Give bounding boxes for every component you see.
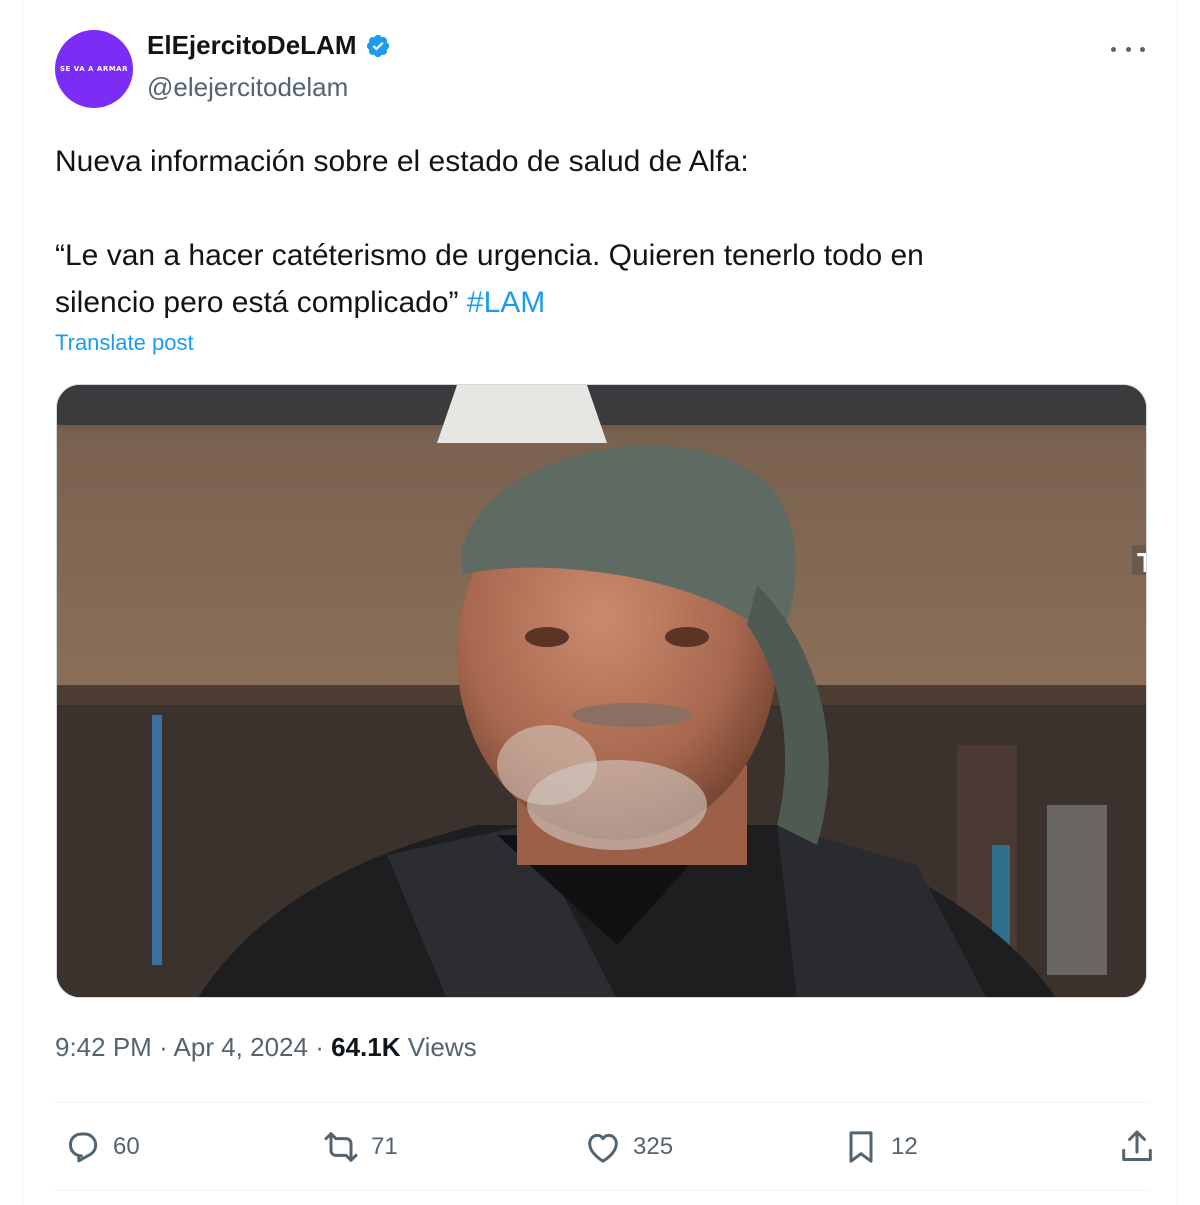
tweet-card: SE VA A ARMAR ElEjercitoDeLAM @elejercit… <box>22 0 1178 1205</box>
share-button[interactable] <box>1117 1120 1157 1174</box>
hashtag-link[interactable]: #LAM <box>467 286 545 319</box>
tweet-text-line: “Le van a hacer catéterismo de urgencia.… <box>55 239 924 272</box>
tweet-media-image[interactable]: T <box>56 384 1147 998</box>
reply-icon <box>69 1132 98 1163</box>
action-bar: 60 71 325 12 <box>63 1120 1152 1174</box>
divider <box>55 1190 1149 1191</box>
meta-separator: · <box>315 1032 324 1062</box>
reply-button[interactable]: 60 <box>63 1120 140 1174</box>
media-overlay-letter: T <box>1137 547 1147 578</box>
share-icon <box>1122 1130 1152 1161</box>
more-icon[interactable] <box>1111 36 1145 62</box>
tweet-metadata: 9:42 PM · Apr 4, 2024 · 64.1K Views <box>55 1032 477 1063</box>
bookmark-button[interactable]: 12 <box>841 1120 918 1174</box>
reply-count: 60 <box>113 1133 140 1160</box>
like-count: 325 <box>633 1133 674 1160</box>
meta-separator: · <box>159 1032 168 1062</box>
verified-badge-icon <box>365 33 391 59</box>
display-name[interactable]: ElEjercitoDeLAM <box>147 30 391 61</box>
tweet-text: Nueva información sobre el estado de sal… <box>55 138 1135 326</box>
repost-count: 71 <box>371 1133 398 1160</box>
views-count: 64.1K <box>331 1032 401 1062</box>
like-icon <box>588 1133 618 1163</box>
repost-icon <box>324 1132 358 1162</box>
repost-button[interactable]: 71 <box>321 1120 398 1174</box>
avatar[interactable]: SE VA A ARMAR <box>55 30 133 108</box>
user-handle[interactable]: @elejercitodelam <box>147 72 348 103</box>
tweet-time[interactable]: 9:42 PM <box>55 1032 152 1062</box>
tweet-text-line: silencio pero está complicado” <box>55 286 459 319</box>
divider <box>55 1102 1149 1103</box>
bookmark-icon <box>849 1131 873 1163</box>
translate-post-link[interactable]: Translate post <box>55 330 194 356</box>
bookmark-count: 12 <box>891 1133 918 1160</box>
like-button[interactable]: 325 <box>583 1120 673 1174</box>
media-photo: T <box>57 385 1147 997</box>
tweet-text-line: Nueva información sobre el estado de sal… <box>55 145 749 178</box>
tweet-date[interactable]: Apr 4, 2024 <box>174 1032 308 1062</box>
views-label: Views <box>407 1032 477 1062</box>
display-name-text: ElEjercitoDeLAM <box>147 30 357 60</box>
avatar-text: SE VA A ARMAR <box>60 65 128 73</box>
